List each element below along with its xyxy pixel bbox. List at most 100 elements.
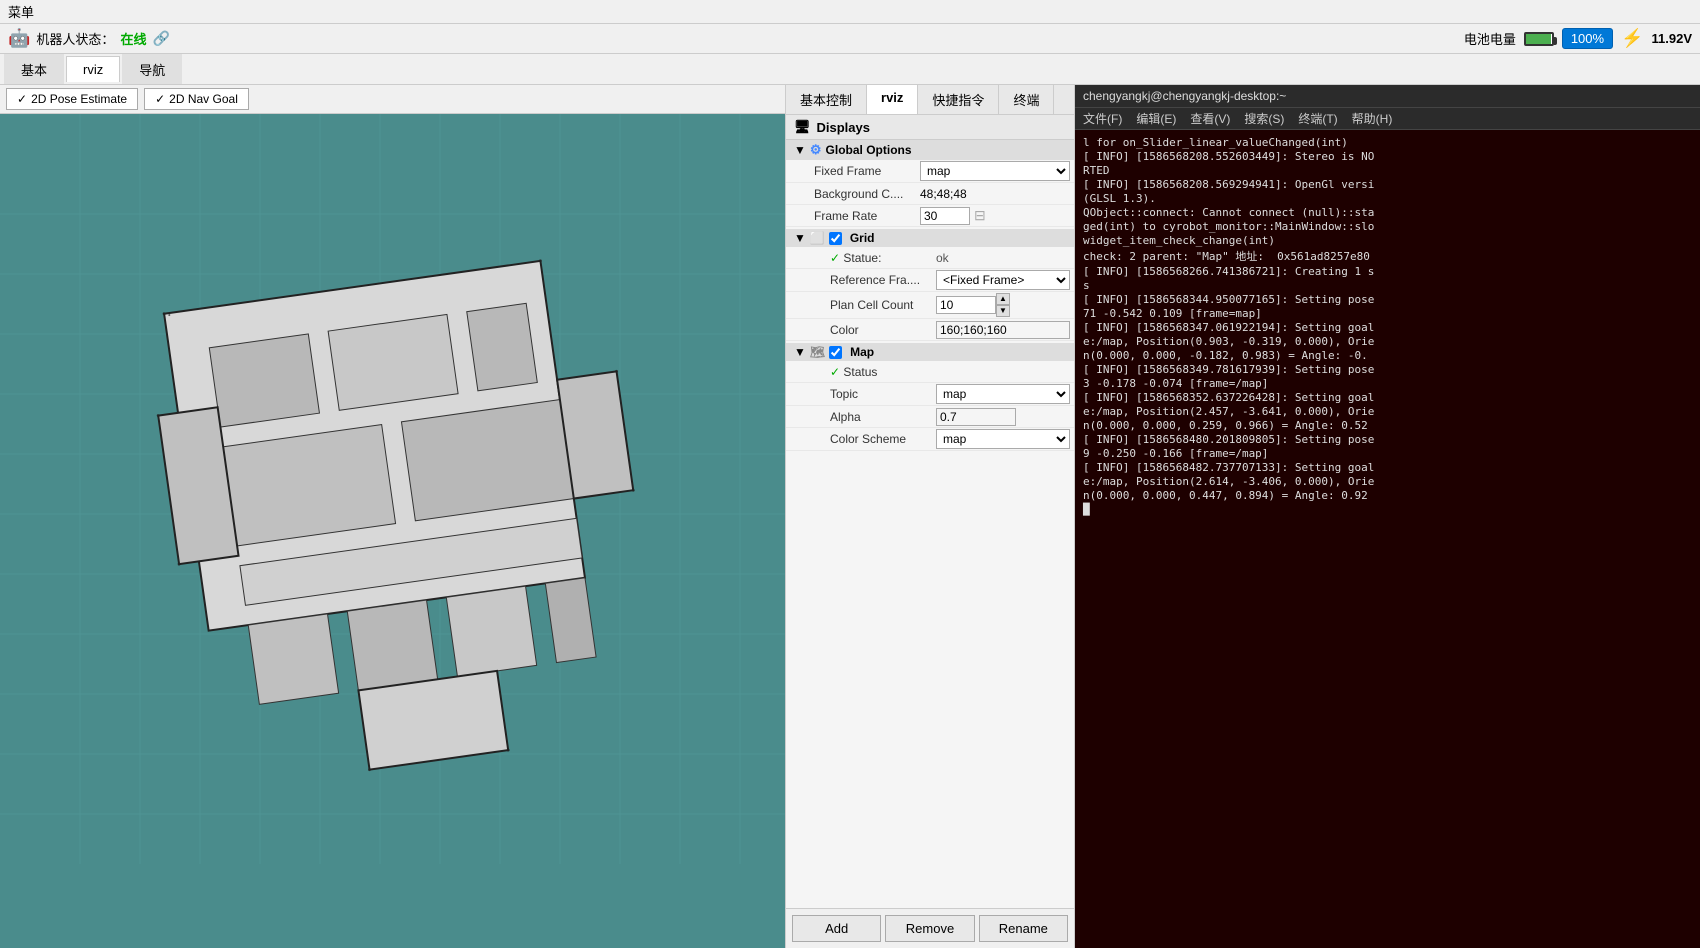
reference-frame-select[interactable]: <Fixed Frame>	[936, 270, 1070, 290]
grid-checkbox[interactable]	[829, 232, 842, 245]
displays-icon: 🖥	[794, 119, 811, 135]
battery-percent[interactable]: 100%	[1562, 28, 1613, 49]
battery-area: 电池电量 100% ⚡ 11.92V	[1464, 28, 1692, 49]
alpha-label: Alpha	[826, 410, 936, 424]
robot-label: 机器人状态：	[36, 29, 114, 48]
grid-status-check: ✓	[830, 251, 843, 265]
fixed-frame-value: map	[920, 161, 1070, 181]
grid-expand[interactable]: ▼	[794, 231, 806, 245]
grid-overlay	[0, 114, 785, 948]
robot-online-status: 在线	[120, 29, 146, 48]
terminal-line: n(0.000, 0.000, 0.259, 0.966) = Angle: 0…	[1083, 419, 1692, 432]
tab-daohang[interactable]: 导航	[122, 54, 182, 84]
voltage-display: 11.92V	[1652, 31, 1693, 46]
term-menu-terminal[interactable]: 终端(T)	[1298, 110, 1337, 127]
map-status-row: ✓ Status	[786, 361, 1074, 383]
bg-color-row: Background C....	[786, 183, 1074, 205]
pose-estimate-button[interactable]: ✓ 2D Pose Estimate	[6, 88, 138, 110]
plan-cell-count-input[interactable]	[936, 296, 996, 314]
spinbox-up[interactable]: ▲	[996, 293, 1010, 305]
battery-fill	[1526, 34, 1551, 44]
rviz-area: ✓ 2D Pose Estimate ✓ 2D Nav Goal	[0, 85, 785, 948]
topic-value: map	[936, 384, 1070, 404]
panel-tab-bar: 基本控制 rviz 快捷指令 终端	[786, 85, 1074, 115]
terminal-menu-bar: 文件(F) 编辑(E) 查看(V) 搜索(S) 终端(T) 帮助(H)	[1075, 108, 1700, 130]
map-checkbox[interactable]	[829, 346, 842, 359]
fixed-frame-select[interactable]: map	[920, 161, 1070, 181]
alpha-input[interactable]	[936, 408, 1016, 426]
spinbox-buttons: ▲ ▼	[996, 293, 1010, 317]
topic-select[interactable]: map	[936, 384, 1070, 404]
map-expand[interactable]: ▼	[794, 345, 806, 359]
terminal-line: l for on_Slider_linear_valueChanged(int)	[1083, 136, 1692, 149]
spinbox-down[interactable]: ▼	[996, 305, 1010, 317]
color-value	[936, 321, 1070, 339]
terminal-line: s	[1083, 279, 1692, 292]
lightning-icon: ⚡	[1621, 28, 1643, 49]
robot-status: 🤖 机器人状态： 在线 🔗	[8, 28, 170, 49]
bg-color-input[interactable]	[920, 187, 1070, 201]
rviz-viewport[interactable]	[0, 114, 785, 948]
color-scheme-select[interactable]: map	[936, 429, 1070, 449]
pose-estimate-label: 2D Pose Estimate	[31, 92, 127, 106]
term-menu-file[interactable]: 文件(F)	[1083, 110, 1122, 127]
terminal-line: 71 -0.542 0.109 [frame=map]	[1083, 307, 1692, 320]
frame-rate-input[interactable]	[920, 207, 970, 225]
terminal-line: [ INFO] [1586568266.741386721]: Creating…	[1083, 265, 1692, 278]
rename-button[interactable]: Rename	[979, 915, 1068, 942]
frame-rate-value: ⊟	[920, 207, 1070, 225]
add-button[interactable]: Add	[792, 915, 881, 942]
grid-status-row: ✓ Statue: ok	[786, 247, 1074, 269]
global-options-header: ▼ ⚙ Global Options	[786, 140, 1074, 160]
term-menu-view[interactable]: 查看(V)	[1190, 110, 1230, 127]
plan-cell-count-label: Plan Cell Count	[826, 298, 936, 312]
displays-content[interactable]: ▼ ⚙ Global Options Fixed Frame map Backg…	[786, 140, 1074, 908]
main-tab-bar: 基本 rviz 导航	[0, 54, 1700, 85]
topic-label: Topic	[826, 387, 936, 401]
tab-panel-kuaijie[interactable]: 快捷指令	[918, 85, 999, 114]
terminal-line: (GLSL 1.3).	[1083, 192, 1692, 205]
tab-jiben[interactable]: 基本	[4, 54, 64, 84]
terminal-line: e:/map, Position(2.614, -3.406, 0.000), …	[1083, 475, 1692, 488]
tab-rviz[interactable]: rviz	[66, 56, 120, 82]
bg-color-value	[920, 187, 1070, 201]
terminal-line: ged(int) to cyrobot_monitor::MainWindow:…	[1083, 220, 1692, 233]
terminal-line: e:/map, Position(2.457, -3.641, 0.000), …	[1083, 405, 1692, 418]
term-menu-edit[interactable]: 编辑(E)	[1136, 110, 1176, 127]
menu-label: 菜单	[8, 5, 34, 20]
bg-color-label: Background C....	[810, 187, 920, 201]
tab-panel-terminal[interactable]: 终端	[999, 85, 1054, 114]
plan-cell-count-row: Plan Cell Count ▲ ▼	[786, 292, 1074, 319]
tab-panel-rviz[interactable]: rviz	[867, 85, 918, 114]
menubar: 菜单	[0, 0, 1700, 24]
map-status-check: ✓	[830, 365, 843, 379]
terminal-title: chengyangkj@chengyangkj-desktop:~	[1083, 89, 1286, 103]
color-scheme-value: map	[936, 429, 1070, 449]
terminal-line: [ INFO] [1586568480.201809805]: Setting …	[1083, 433, 1692, 446]
tab-panel-jibenkongzhi[interactable]: 基本控制	[786, 85, 867, 114]
reference-frame-label: Reference Fra....	[826, 273, 936, 287]
color-input[interactable]	[936, 321, 1070, 339]
terminal-line: n(0.000, 0.000, 0.447, 0.894) = Angle: 0…	[1083, 489, 1692, 502]
global-options-label: Global Options	[826, 143, 912, 157]
global-options-expand[interactable]: ▼	[794, 143, 806, 157]
map-header: ▼ 🗺 Map	[786, 343, 1074, 361]
battery-bar	[1524, 32, 1554, 46]
terminal-line: [ INFO] [1586568347.061922194]: Setting …	[1083, 321, 1692, 334]
topic-row: Topic map	[786, 383, 1074, 406]
plan-cell-count-value: ▲ ▼	[936, 293, 1070, 317]
color-row: Color	[786, 319, 1074, 341]
remove-button[interactable]: Remove	[885, 915, 974, 942]
robot-icon: 🤖	[8, 28, 30, 49]
term-menu-help[interactable]: 帮助(H)	[1352, 110, 1393, 127]
grid-status-label: ✓ Statue:	[826, 251, 936, 265]
alpha-row: Alpha	[786, 406, 1074, 428]
grid-header: ▼ ⬜ Grid	[786, 229, 1074, 247]
terminal-line: 3 -0.178 -0.074 [frame=/map]	[1083, 377, 1692, 390]
map-icon: 🗺	[810, 345, 825, 359]
terminal-content[interactable]: l for on_Slider_linear_valueChanged(int)…	[1075, 130, 1700, 948]
color-scheme-row: Color Scheme map	[786, 428, 1074, 451]
nav-goal-button[interactable]: ✓ 2D Nav Goal	[144, 88, 249, 110]
terminal-line: QObject::connect: Cannot connect (null):…	[1083, 206, 1692, 219]
term-menu-search[interactable]: 搜索(S)	[1244, 110, 1284, 127]
